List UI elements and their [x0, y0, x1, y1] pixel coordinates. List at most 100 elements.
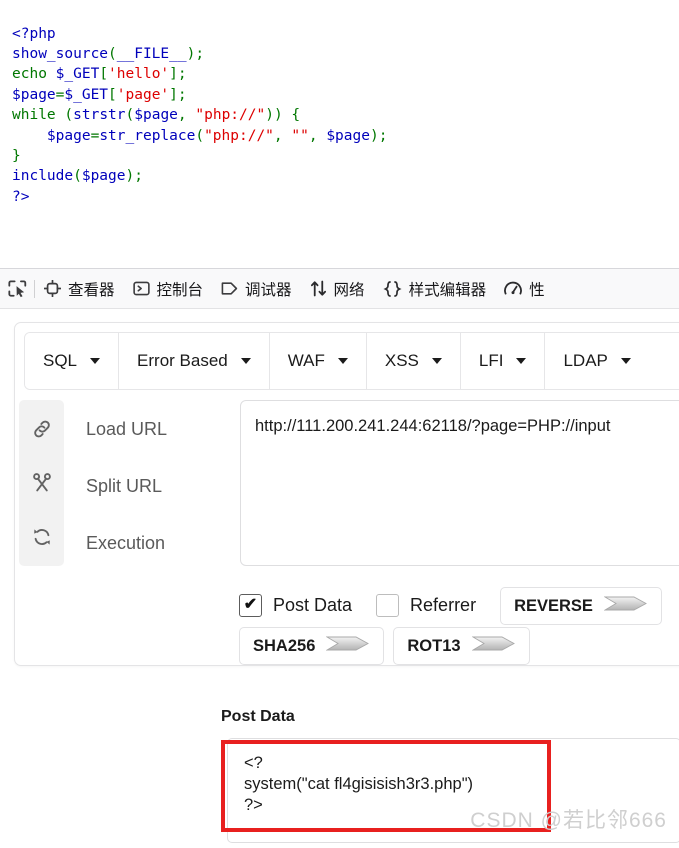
chevron-down-icon[interactable]	[431, 358, 442, 364]
code-token: ,	[308, 127, 327, 144]
devtools-tab-performance[interactable]: 性	[495, 269, 554, 308]
rot13-button[interactable]: ROT13	[393, 627, 530, 665]
chevron-down-icon[interactable]	[240, 358, 251, 364]
code-token: (	[64, 107, 74, 124]
php-source-view: <?php show_source(__FILE__); echo $_GET[…	[0, 0, 679, 268]
hackbar-tab-label: LDAP	[563, 351, 608, 370]
devtools-tab-inspector[interactable]: 查看器	[35, 269, 124, 308]
code-token: __FILE__	[116, 45, 187, 62]
element-picker-button[interactable]	[0, 269, 34, 308]
code-token: [	[108, 86, 117, 103]
split-url-button[interactable]: Split URL	[86, 475, 226, 497]
post-data-checkbox-label: Post Data	[273, 594, 353, 615]
code-token: {	[282, 107, 301, 124]
devtools-tab-label: 控制台	[156, 281, 204, 299]
chevron-down-icon[interactable]	[516, 358, 527, 364]
hackbar-tab-label: Error Based	[137, 351, 228, 370]
hackbar-panel: SQL Error Based WAF XSS LFI LDAP Load UR…	[14, 322, 679, 666]
hackbar-tab-lfi[interactable]: LFI	[460, 333, 546, 389]
hackbar-tab-label: LFI	[478, 351, 504, 370]
code-token: $_GET	[64, 86, 109, 103]
element-picker-icon	[7, 279, 27, 298]
inspector-icon	[44, 280, 61, 297]
devtools-tab-console[interactable]: 控制台	[124, 269, 213, 308]
code-token: ]	[169, 86, 178, 103]
chevron-down-icon[interactable]	[620, 358, 631, 364]
code-token: ?>	[12, 188, 30, 205]
code-token: $_GET	[55, 66, 100, 83]
devtools-tab-debugger[interactable]: 调试器	[212, 269, 301, 308]
hackbar-url-wrap	[240, 400, 679, 571]
code-token: (	[73, 168, 82, 185]
devtools-tab-network[interactable]: 网络	[301, 269, 374, 308]
devtools-tab-label: 查看器	[68, 281, 115, 299]
rot13-button-label: ROT13	[407, 636, 461, 655]
code-token: 'page'	[116, 86, 170, 103]
code-token: ))	[265, 107, 283, 124]
devtools-tab-label: 性	[529, 281, 545, 299]
code-token: echo	[12, 66, 47, 83]
hackbar-action-icon-column	[19, 400, 64, 566]
hackbar-tab-label: WAF	[287, 351, 325, 370]
code-token: ;	[177, 66, 187, 83]
checkbox-box[interactable]	[376, 593, 400, 617]
post-data-checkbox[interactable]: ✔ Post Data	[239, 593, 353, 617]
hackbar-tab-bar: SQL Error Based WAF XSS LFI LDAP	[24, 332, 679, 390]
code-token: ;	[134, 168, 143, 185]
watermark: CSDN @若比邻666	[470, 809, 667, 832]
code-token: "php://"	[204, 127, 274, 144]
php-source-code: <?php show_source(__FILE__); echo $_GET[…	[12, 24, 679, 208]
code-token: ;	[195, 45, 205, 62]
hackbar-tab-waf[interactable]: WAF	[269, 333, 367, 389]
scissors-icon[interactable]	[31, 472, 53, 494]
hackbar-tab-ldap[interactable]: LDAP	[545, 333, 649, 389]
code-token: ;	[177, 86, 187, 103]
hackbar-tab-label: SQL	[43, 351, 78, 370]
devtools-tab-style-editor[interactable]: 样式编辑器	[374, 269, 496, 308]
code-token: =	[90, 127, 100, 144]
code-token: (	[195, 127, 205, 144]
code-token: str_replace	[99, 127, 196, 144]
code-token: ]	[169, 66, 178, 83]
code-token: ,	[177, 107, 196, 124]
link-icon[interactable]	[31, 418, 53, 440]
post-data-title: Post Data	[221, 708, 295, 725]
devtools-tab-label: 样式编辑器	[408, 281, 487, 299]
code-token: <?php	[12, 25, 56, 42]
sha256-button-label: SHA256	[253, 636, 316, 655]
chevron-down-icon[interactable]	[337, 358, 348, 364]
hackbar-tab-sql[interactable]: SQL	[25, 333, 120, 389]
code-token: (	[108, 45, 117, 62]
code-token: (	[125, 107, 135, 124]
hackbar-tab-xss[interactable]: XSS	[366, 333, 461, 389]
devtools-tab-label: 网络	[333, 281, 365, 299]
reverse-button[interactable]: REVERSE	[500, 587, 662, 625]
code-token: [	[99, 66, 109, 83]
chevron-down-icon[interactable]	[90, 358, 101, 364]
hackbar-options-row: ✔ Post Data Referrer REVERSE SHA256 ROT1…	[239, 585, 679, 665]
code-token: 'hello'	[108, 66, 170, 83]
reverse-button-label: REVERSE	[514, 596, 593, 615]
referrer-checkbox[interactable]: Referrer	[376, 593, 476, 617]
code-token: $page	[134, 107, 178, 124]
sha256-button[interactable]: SHA256	[239, 627, 385, 665]
checkbox-box[interactable]: ✔	[239, 593, 262, 617]
hackbar-tab-error-based[interactable]: Error Based	[119, 333, 270, 389]
code-token: "php://"	[195, 107, 266, 124]
console-icon	[132, 280, 150, 297]
code-token: $page	[46, 127, 91, 144]
load-url-button[interactable]: Load URL	[86, 418, 226, 440]
code-token: while	[12, 107, 56, 124]
code-token: include	[12, 168, 74, 185]
code-token: strstr	[73, 107, 126, 124]
refresh-icon[interactable]	[31, 526, 53, 548]
devtools-toolbar: 查看器 控制台 调试器 网络 样式编辑器 性	[0, 268, 679, 309]
chevron-arrow-icon	[325, 634, 370, 658]
devtools-tab-label: 调试器	[245, 281, 292, 299]
hackbar-tab-label: XSS	[384, 351, 419, 370]
url-input[interactable]	[240, 400, 679, 566]
chevron-arrow-icon	[603, 594, 648, 618]
execution-button[interactable]: Execution	[86, 532, 226, 554]
